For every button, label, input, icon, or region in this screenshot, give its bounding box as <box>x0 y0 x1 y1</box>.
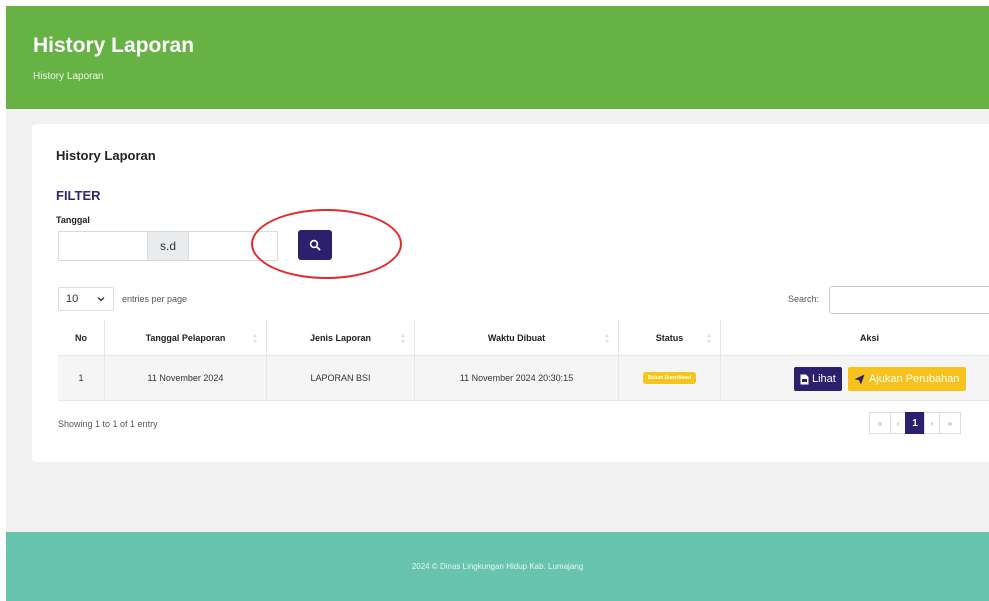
entries-per-page-select[interactable]: 10 <box>58 287 114 311</box>
cell-aksi: Lihat Ajukan Perubahan <box>721 356 989 400</box>
view-button-label: Lihat <box>812 373 836 385</box>
date-from-input[interactable] <box>58 231 148 261</box>
sort-icon <box>605 334 610 343</box>
column-header-aksi: Aksi <box>859 332 879 343</box>
request-change-label: Ajukan Perubahan <box>869 373 960 385</box>
column-header-tanggal[interactable]: Tanggal Pelaporan <box>105 320 267 355</box>
annotation-circle <box>251 209 402 279</box>
pagination: « ‹ 1 › » <box>869 412 961 434</box>
cell-status: Belum Diverifikasi <box>619 356 721 400</box>
app-frame: History Laporan History Laporan History … <box>6 6 989 601</box>
card-title: History Laporan <box>56 148 156 163</box>
cell-no: 1 <box>58 356 105 400</box>
search-label: Search: <box>788 294 820 304</box>
page-title: History Laporan <box>33 34 195 57</box>
paper-plane-icon <box>854 374 865 384</box>
sort-icon <box>253 334 258 343</box>
column-header-status[interactable]: Status <box>619 320 721 355</box>
date-range-separator: s.d <box>148 231 188 261</box>
page-next-button[interactable]: › <box>924 412 940 434</box>
page-footer: 2024 © Dinas Lingkungan Hidup Kab. Lumaj… <box>6 532 989 601</box>
status-badge: Belum Diverifikasi <box>642 372 697 384</box>
sort-icon <box>707 334 712 343</box>
history-card: History Laporan FILTER Tanggal s.d 10 en… <box>32 124 989 462</box>
page-prev-button[interactable]: ‹ <box>890 412 906 434</box>
view-button[interactable]: Lihat <box>794 367 842 391</box>
filter-title: FILTER <box>56 188 101 203</box>
cell-waktu: 11 November 2024 20:30:15 <box>415 356 619 400</box>
sort-icon <box>401 334 406 343</box>
entries-value: 10 <box>66 293 79 305</box>
column-header-jenis[interactable]: Jenis Laporan <box>267 320 415 355</box>
page-header: History Laporan History Laporan <box>6 6 989 109</box>
page-last-button[interactable]: » <box>939 412 961 434</box>
breadcrumb[interactable]: History Laporan <box>33 71 104 82</box>
column-header-no[interactable]: No <box>58 320 105 355</box>
pdf-file-icon <box>800 374 809 384</box>
footer-copyright: 2024 © Dinas Lingkungan Hidup Kab. Lumaj… <box>411 562 584 571</box>
table-info: Showing 1 to 1 of 1 entry <box>58 419 158 429</box>
table-search-input[interactable] <box>829 286 989 314</box>
request-change-button[interactable]: Ajukan Perubahan <box>848 367 966 391</box>
page-first-button[interactable]: « <box>869 412 891 434</box>
cell-tanggal: 11 November 2024 <box>105 356 267 400</box>
chevron-down-icon <box>97 297 105 302</box>
column-header-waktu[interactable]: Waktu Dibuat <box>415 320 619 355</box>
cell-jenis: LAPORAN BSI <box>267 356 415 400</box>
date-filter-label: Tanggal <box>56 215 90 225</box>
entries-label: entries per page <box>122 294 188 304</box>
table-header: No Tanggal Pelaporan Jenis Laporan Waktu… <box>58 320 989 356</box>
page-1-button[interactable]: 1 <box>905 412 925 434</box>
table-row: 1 11 November 2024 LAPORAN BSI 11 Novemb… <box>58 356 989 401</box>
